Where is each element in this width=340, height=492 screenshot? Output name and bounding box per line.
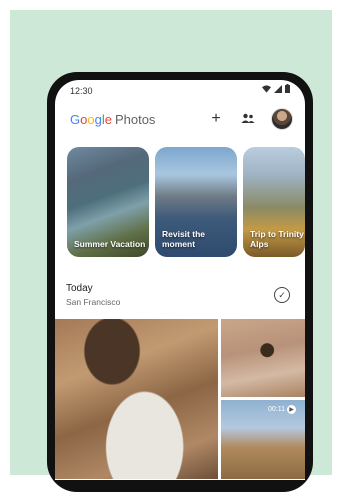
- play-icon: ▶: [287, 405, 296, 414]
- status-time: 12:30: [70, 86, 93, 96]
- battery-icon: [285, 84, 290, 95]
- logo-letter: e: [104, 112, 112, 127]
- memory-card[interactable]: Trip to Trinity Alps: [243, 147, 305, 257]
- signal-icon: [274, 84, 282, 95]
- app-bar: Google Photos +: [55, 102, 305, 138]
- logo-letter: g: [94, 112, 102, 127]
- section-subtitle: San Francisco: [66, 297, 121, 307]
- memory-card[interactable]: Revisit the moment: [155, 147, 237, 257]
- logo-letter: o: [87, 112, 95, 127]
- wifi-icon: [262, 84, 271, 95]
- app-bar-actions: +: [207, 108, 293, 130]
- select-check-button[interactable]: ✓: [274, 287, 290, 303]
- logo-photos-text: Photos: [114, 112, 156, 127]
- video-duration-badge: 00:11 ▶: [268, 405, 296, 414]
- memories-carousel: Summer Vacation Revisit the moment Trip …: [67, 147, 317, 257]
- memory-title: Trip to Trinity Alps: [250, 229, 304, 249]
- avatar[interactable]: [271, 108, 293, 130]
- people-icon: [241, 113, 255, 123]
- add-button[interactable]: +: [207, 110, 225, 128]
- memory-title: Revisit the moment: [162, 229, 205, 249]
- status-bar: 12:30: [55, 80, 305, 102]
- google-photos-logo: Google Photos: [70, 112, 155, 127]
- check-icon: ✓: [278, 289, 286, 300]
- photo-thumbnail[interactable]: [55, 319, 218, 479]
- section-title: Today: [66, 283, 93, 294]
- photo-thumbnail[interactable]: [221, 319, 305, 397]
- sharing-button[interactable]: [239, 110, 257, 128]
- memory-title: Summer Vacation: [74, 239, 146, 249]
- video-duration: 00:11: [268, 406, 285, 413]
- memory-card[interactable]: Summer Vacation: [67, 147, 149, 257]
- logo-letter: G: [70, 112, 81, 127]
- status-icons: [262, 84, 290, 95]
- logo-letter: o: [80, 112, 88, 127]
